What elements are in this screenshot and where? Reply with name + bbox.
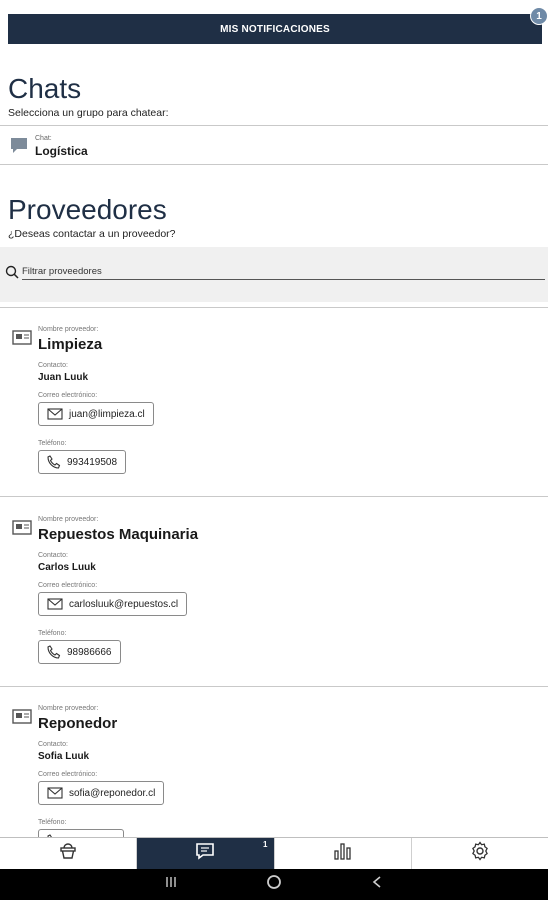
phone-label: Teléfono: [38, 440, 67, 447]
bar-chart-icon [332, 841, 354, 866]
phone-label: Teléfono: [38, 819, 67, 826]
notifications-button[interactable]: MIS NOTIFICACIONES [8, 14, 542, 44]
recents-icon[interactable] [164, 875, 178, 894]
contact-card-icon [12, 330, 32, 350]
mail-icon [47, 787, 63, 799]
provider-name: Repuestos Maquinaria [38, 526, 199, 543]
nav-chats[interactable]: 1 [137, 838, 275, 869]
mail-icon [47, 598, 63, 610]
basket-icon [59, 842, 77, 865]
provider-name: Limpieza [38, 336, 103, 353]
chats-subtitle: Selecciona un grupo para chatear: [8, 107, 169, 119]
email-value: carlosluuk@repuestos.cl [69, 598, 179, 610]
contact-label: Contacto: [38, 362, 68, 369]
divider [0, 125, 548, 126]
email-label: Correo electrónico: [38, 771, 98, 778]
email-button[interactable]: juan@limpieza.cl [38, 402, 154, 426]
email-button[interactable]: carlosluuk@repuestos.cl [38, 592, 188, 616]
contact-label: Contacto: [38, 741, 68, 748]
phone-icon [47, 645, 61, 659]
nav-chats-badge: 1 [263, 840, 268, 849]
search-area [0, 247, 548, 302]
email-value: sofia@reponedor.cl [69, 787, 156, 799]
notifications-label: MIS NOTIFICACIONES [220, 23, 330, 35]
search-icon [5, 265, 19, 284]
divider [0, 164, 548, 165]
provider-name-label: Nombre proveedor: [38, 705, 99, 712]
email-button[interactable]: sofia@reponedor.cl [38, 781, 165, 805]
chat-item-logistica[interactable]: Chat: Logística [0, 130, 548, 164]
divider [0, 307, 548, 308]
chat-bubble-icon [10, 137, 28, 160]
contact-name: Carlos Luuk [38, 562, 96, 573]
mail-icon [47, 408, 63, 420]
provider-name-label: Nombre proveedor: [38, 516, 99, 523]
notifications-badge: 1 [530, 7, 548, 25]
chat-icon [195, 842, 215, 865]
provider-name-label: Nombre proveedor: [38, 326, 99, 333]
divider [0, 686, 548, 687]
gear-icon [470, 841, 490, 866]
search-input[interactable] [22, 263, 545, 280]
proveedores-subtitle: ¿Deseas contactar a un proveedor? [8, 228, 176, 240]
back-icon[interactable] [370, 875, 384, 894]
phone-value: 993419508 [67, 456, 118, 468]
phone-button[interactable]: 993419508 [38, 450, 127, 474]
contact-name: Sofia Luuk [38, 751, 90, 762]
chat-small-label: Chat: [35, 135, 52, 142]
phone-icon [47, 455, 61, 469]
nav-stats[interactable] [275, 838, 412, 869]
chat-name: Logística [35, 144, 88, 158]
contact-card-icon [12, 520, 32, 540]
phone-label: Teléfono: [38, 630, 67, 637]
contact-name: Juan Luuk [38, 372, 89, 383]
email-label: Correo electrónico: [38, 392, 98, 399]
nav-settings[interactable] [412, 838, 548, 869]
chats-title: Chats [8, 73, 82, 104]
phone-button[interactable]: 98986666 [38, 640, 121, 664]
contact-card-icon [12, 709, 32, 729]
divider [0, 496, 548, 497]
contact-label: Contacto: [38, 552, 68, 559]
home-icon[interactable] [266, 874, 282, 895]
proveedores-title: Proveedores [8, 194, 167, 225]
system-nav-bar [0, 869, 548, 900]
nav-orders[interactable] [0, 838, 138, 869]
phone-value: 98986666 [67, 646, 112, 658]
provider-name: Reponedor [38, 715, 118, 732]
email-label: Correo electrónico: [38, 582, 98, 589]
email-value: juan@limpieza.cl [69, 408, 145, 420]
bottom-nav: 1 [0, 837, 548, 869]
